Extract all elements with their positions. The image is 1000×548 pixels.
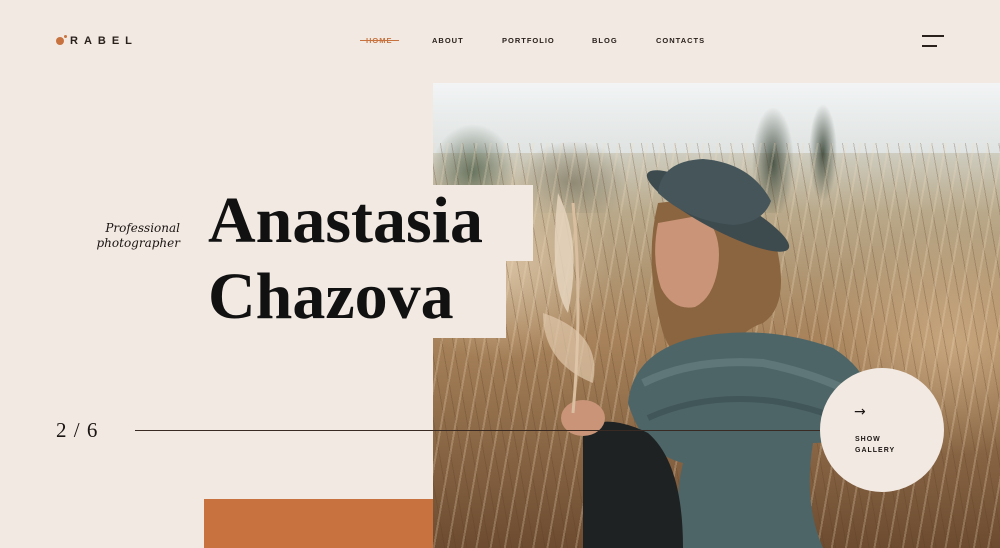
- hamburger-icon[interactable]: [922, 35, 944, 49]
- arrow-right-icon: →: [854, 404, 866, 420]
- slide-separator: /: [73, 418, 81, 442]
- main-nav: HOME ABOUT PORTFOLIO BLOG CONTACTS: [0, 36, 1000, 50]
- slide-current: 2: [56, 418, 68, 442]
- hamburger-line-bottom: [922, 45, 937, 47]
- nav-item-about[interactable]: ABOUT: [432, 36, 464, 45]
- slide-total: 6: [86, 418, 99, 442]
- nav-item-home[interactable]: HOME: [360, 36, 398, 45]
- gallery-label-line-1: SHOW: [855, 436, 881, 443]
- hero-subtitle: Professional photographer: [80, 221, 180, 251]
- accent-block: [204, 499, 433, 548]
- slide-counter: 2 / 6: [56, 418, 98, 443]
- show-gallery-button[interactable]: → SHOW GALLERY: [820, 368, 944, 492]
- subtitle-line-1: Professional: [105, 221, 180, 235]
- show-gallery-label: SHOW GALLERY: [855, 434, 915, 456]
- nav-item-contacts[interactable]: CONTACTS: [656, 36, 705, 45]
- subtitle-line-2: photographer: [96, 236, 180, 250]
- hero-name-first: Anastasia: [208, 184, 484, 257]
- slide-progress-line: [135, 430, 825, 431]
- nav-item-blog[interactable]: BLOG: [592, 36, 618, 45]
- hero-name-last: Chazova: [208, 260, 454, 333]
- hamburger-line-top: [922, 35, 944, 37]
- nav-item-portfolio[interactable]: PORTFOLIO: [502, 36, 555, 45]
- gallery-label-line-2: GALLERY: [855, 447, 896, 454]
